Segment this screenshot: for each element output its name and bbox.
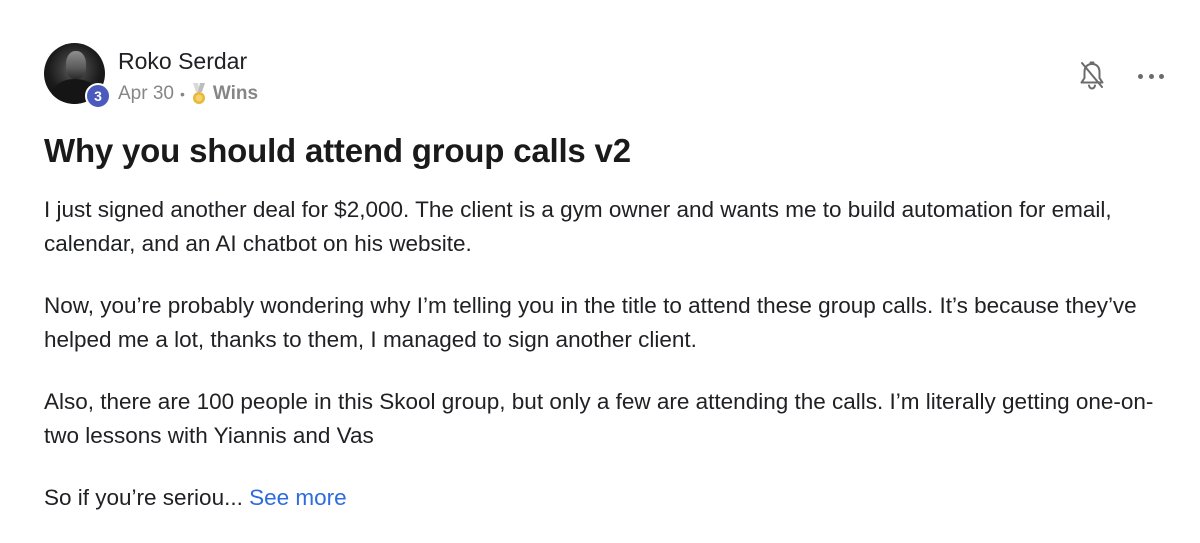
post-header: 3 Roko Serdar Apr 30 • Wins — [44, 43, 1164, 109]
medal-icon — [192, 83, 205, 104]
see-more-link[interactable]: See more — [249, 485, 347, 510]
post-body: I just signed another deal for $2,000. T… — [44, 193, 1169, 543]
more-horizontal-icon[interactable] — [1138, 71, 1164, 81]
more-dot — [1148, 73, 1154, 79]
post-date[interactable]: Apr 30 — [118, 83, 174, 105]
post-meta: Apr 30 • Wins — [118, 83, 258, 105]
post-card: 3 Roko Serdar Apr 30 • Wins Why you shou… — [0, 0, 1200, 531]
post-paragraph: Now, you’re probably wondering why I’m t… — [44, 293, 1137, 352]
truncated-text: So if you’re seriou... — [44, 485, 243, 510]
level-badge: 3 — [85, 83, 111, 109]
author-avatar[interactable]: 3 — [44, 43, 111, 109]
post-title[interactable]: Why you should attend group calls v2 — [44, 132, 631, 170]
post-paragraph: Also, there are 100 people in this Skool… — [44, 389, 1154, 448]
post-truncated-paragraph: So if you’re seriou... See more — [44, 481, 1169, 515]
author-name[interactable]: Roko Serdar — [118, 48, 247, 75]
more-dot — [1159, 73, 1164, 79]
more-dot — [1138, 73, 1143, 79]
meta-separator: • — [179, 86, 185, 102]
avatar-face — [66, 51, 86, 79]
post-paragraph: I just signed another deal for $2,000. T… — [44, 197, 1112, 256]
post-actions — [1078, 61, 1164, 91]
category-label[interactable]: Wins — [213, 83, 258, 105]
bell-off-icon[interactable] — [1078, 61, 1106, 91]
